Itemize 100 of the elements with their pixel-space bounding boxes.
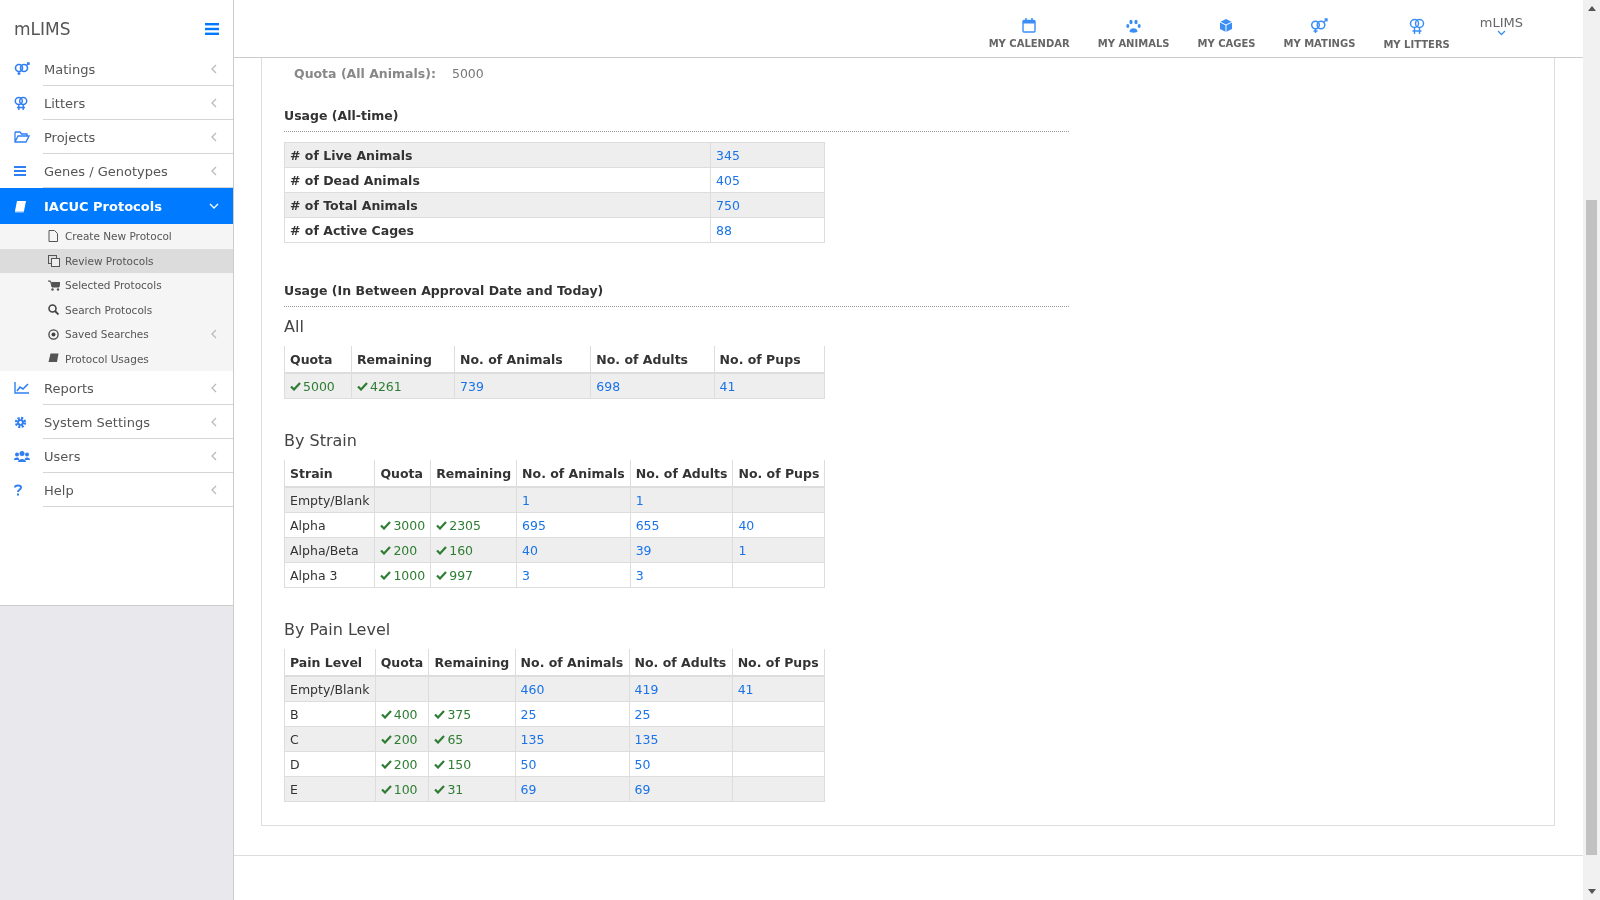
table-link[interactable]: 88 [710, 217, 825, 243]
scroll-up-icon[interactable] [1587, 5, 1596, 11]
sidebar-item[interactable]: Litters [0, 86, 233, 120]
table-link[interactable]: 739 [454, 373, 591, 399]
quota-number: 3000 [393, 517, 426, 533]
table-link[interactable]: 40 [732, 512, 825, 538]
book-icon [14, 199, 27, 213]
sidebar-item[interactable]: Projects [0, 120, 233, 154]
settings-icon [14, 415, 27, 429]
table-link[interactable]: 3 [516, 562, 631, 588]
quota-number: 160 [449, 542, 474, 558]
table-cell: # of Active Cages [284, 217, 711, 243]
sidebar-item[interactable]: System Settings [0, 405, 233, 439]
table-cell: B [284, 701, 376, 727]
nav-link[interactable]: MY MATINGS [1269, 18, 1370, 49]
sidebar-item[interactable]: Reports [0, 371, 233, 405]
table-link[interactable]: 3 [630, 562, 733, 588]
table-link[interactable]: 39 [630, 537, 733, 563]
sidebar-item[interactable]: Users [0, 439, 233, 473]
check-icon [434, 709, 446, 719]
table-link[interactable]: 750 [710, 192, 825, 218]
nav-link[interactable]: MY CAGES [1183, 18, 1270, 49]
table-link[interactable]: 41 [714, 373, 825, 399]
sidebar-item[interactable]: Genes / Genotypes [0, 154, 233, 188]
chevron-down-icon [1496, 30, 1506, 36]
table-cell: Empty/Blank [284, 487, 375, 513]
table-link[interactable]: 695 [516, 512, 631, 538]
user-menu[interactable]: mLIMS [1463, 15, 1523, 36]
table-cell: C [284, 726, 376, 752]
check-icon [436, 545, 448, 555]
table-link[interactable]: 25 [515, 701, 630, 727]
table-link[interactable]: 1 [516, 487, 631, 513]
table-link[interactable]: 50 [515, 751, 630, 777]
chevron-left-icon [209, 417, 219, 427]
table-link[interactable]: 135 [629, 726, 733, 752]
quota-number: 997 [449, 567, 474, 583]
nav-link[interactable]: MY LITTERS [1369, 17, 1464, 50]
check-icon [380, 520, 392, 530]
chevron-left-icon [209, 485, 219, 495]
chevron-left-icon [209, 64, 219, 74]
table-link[interactable]: 40 [516, 537, 631, 563]
table-title: By Strain [284, 431, 358, 450]
sidebar-item[interactable]: Help [0, 473, 233, 507]
table-link[interactable]: 419 [629, 676, 733, 702]
section-title: Usage (All-time) [284, 108, 1069, 132]
table-link[interactable]: 698 [590, 373, 715, 399]
chevron-left-icon [209, 98, 219, 108]
quota-number: 200 [393, 756, 418, 772]
submenu-item[interactable]: Create New Protocol [0, 224, 233, 249]
check-icon [380, 734, 392, 744]
calendar-icon [1022, 18, 1037, 33]
table-link[interactable]: 345 [710, 142, 825, 168]
sidebar-item[interactable]: IACUC Protocols [0, 188, 233, 224]
table-link[interactable]: 460 [515, 676, 630, 702]
table-cell: E [284, 776, 376, 802]
nav-link[interactable]: MY ANIMALS [1083, 18, 1184, 49]
submenu-item[interactable]: Review Protocols [0, 248, 233, 273]
folder-icon [14, 131, 30, 143]
table-link[interactable]: 41 [732, 676, 825, 702]
table-cell: Empty/Blank [284, 676, 376, 702]
chart-icon [14, 382, 29, 394]
table-cell: # of Total Animals [284, 192, 711, 218]
table-link[interactable]: 405 [710, 167, 825, 193]
litter-icon [14, 96, 28, 110]
scrollbar-thumb[interactable] [1586, 200, 1597, 855]
book-icon [48, 353, 59, 365]
table-link[interactable]: 1 [732, 537, 825, 563]
submenu-item[interactable]: Selected Protocols [0, 273, 233, 298]
search-icon [48, 304, 59, 316]
table-link[interactable]: 135 [515, 726, 630, 752]
table-link[interactable]: 25 [629, 701, 733, 727]
submenu-item[interactable]: Protocol Usages [0, 346, 233, 371]
table-link[interactable]: 69 [515, 776, 630, 802]
table-link[interactable]: 1 [630, 487, 733, 513]
file-icon [48, 230, 58, 243]
scroll-down-icon[interactable] [1587, 889, 1596, 895]
quota-number: 4261 [369, 378, 402, 394]
quota-number: 65 [447, 731, 464, 747]
table-link[interactable]: 69 [629, 776, 733, 802]
copy-icon [48, 254, 60, 267]
brand-title[interactable]: mLIMS [14, 18, 71, 39]
table-link[interactable]: 655 [630, 512, 733, 538]
check-icon [380, 759, 392, 769]
table-cell: Alpha/Beta [284, 537, 375, 563]
check-icon [434, 784, 446, 794]
submenu-item[interactable]: Search Protocols [0, 297, 233, 322]
table-cell: # of Live Animals [284, 142, 711, 168]
menu-icon[interactable] [205, 22, 219, 35]
sidebar-item[interactable]: Matings [0, 52, 233, 86]
chevron-left-icon [209, 132, 219, 142]
chevron-left-icon [209, 329, 219, 340]
quota-label: Quota (All Animals): [294, 65, 436, 81]
mating-icon [1310, 18, 1329, 33]
check-icon [380, 784, 392, 794]
table-link[interactable]: 50 [629, 751, 733, 777]
section-title: Usage (In Between Approval Date and Today) [284, 283, 1069, 307]
chevron-left-icon [209, 451, 219, 461]
nav-link[interactable]: MY CALENDAR [974, 18, 1084, 49]
quota-number: 150 [447, 756, 472, 772]
submenu-item[interactable]: Saved Searches [0, 322, 233, 347]
